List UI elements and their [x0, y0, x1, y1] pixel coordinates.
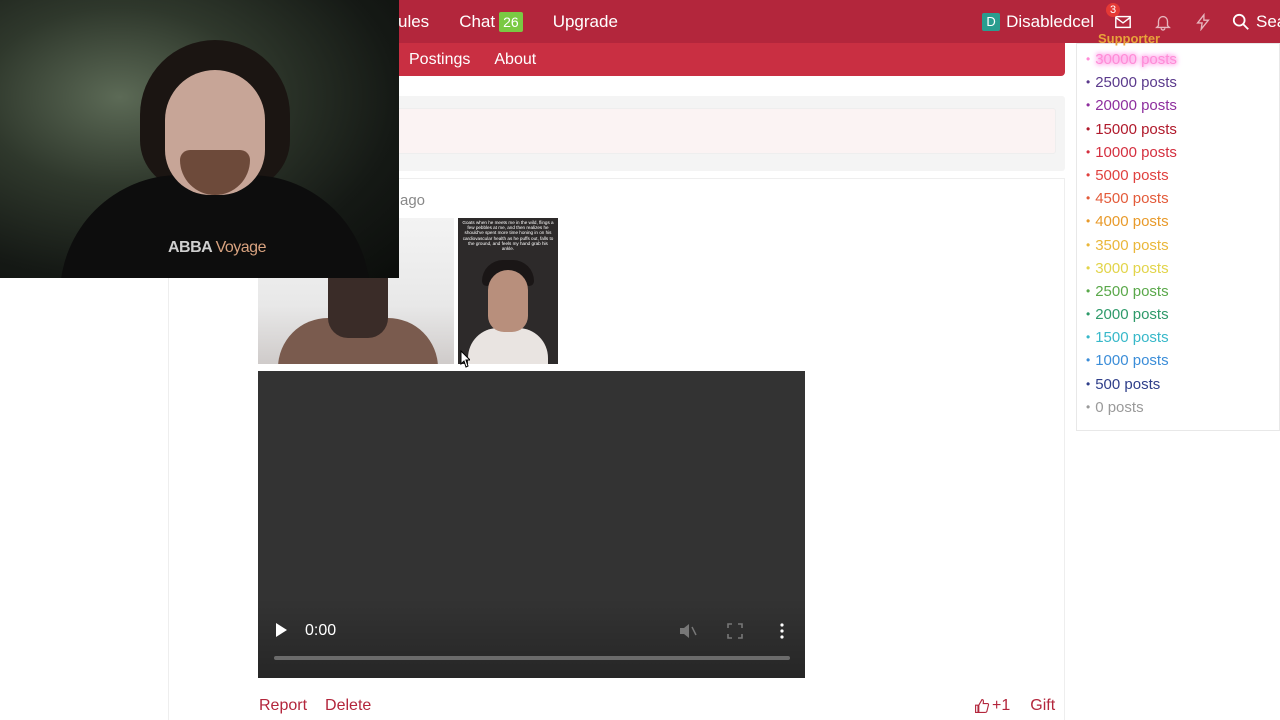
fullscreen-icon[interactable]: [727, 623, 743, 639]
post-actions: Report Delete: [259, 697, 371, 715]
post-image-2[interactable]: Goats when he meets me in the wild, flin…: [458, 218, 558, 364]
play-icon[interactable]: [276, 623, 287, 637]
rank-item: • 10000 posts: [1086, 141, 1177, 164]
rank-item: • 0 posts: [1086, 396, 1177, 419]
activity-button[interactable]: [1192, 11, 1214, 33]
bell-icon: [1155, 15, 1171, 31]
image-figure-face: [488, 270, 528, 332]
notifications-button[interactable]: [1152, 11, 1174, 33]
image-figure: [468, 328, 548, 364]
rank-item: • 25000 posts: [1086, 71, 1177, 94]
rank-label: 1500 posts: [1095, 329, 1169, 347]
tab-about[interactable]: About: [494, 51, 536, 69]
rank-label: 20000 posts: [1095, 97, 1177, 115]
report-link[interactable]: Report: [259, 697, 307, 715]
rank-item: • 15000 posts: [1086, 118, 1177, 141]
search-button[interactable]: Sea: [1232, 12, 1280, 32]
rank-label: 15000 posts: [1095, 120, 1177, 138]
inbox-button[interactable]: 3: [1106, 2, 1134, 33]
rank-label: 4500 posts: [1095, 190, 1169, 208]
webcam-shirt-text-accent: Voyage: [215, 239, 267, 256]
rank-label: 25000 posts: [1095, 74, 1177, 92]
chat-count-badge: 26: [499, 11, 523, 32]
rank-label: 500 posts: [1095, 375, 1161, 393]
rank-bullet-icon: •: [1086, 98, 1091, 113]
post-reactions: +1 Gift: [974, 697, 1055, 715]
rank-item: • 5000 posts: [1086, 164, 1177, 187]
nav-chat-link[interactable]: Chat 26: [459, 11, 523, 32]
rank-label: 2500 posts: [1095, 282, 1169, 300]
avatar: D: [982, 12, 1001, 31]
rank-item: • 500 posts: [1086, 373, 1177, 396]
rank-bullet-icon: •: [1086, 376, 1091, 391]
rank-item: • 1000 posts: [1086, 349, 1177, 372]
rank-item: • 20000 posts: [1086, 94, 1177, 117]
rank-bullet-icon: •: [1086, 121, 1091, 136]
rank-label: 0 posts: [1095, 398, 1144, 416]
nav-rules-link[interactable]: ules: [398, 12, 429, 32]
lightning-icon: [1196, 12, 1210, 31]
tab-postings[interactable]: Postings: [409, 51, 470, 69]
image-caption: Goats when he meets me in the wild, flin…: [462, 220, 554, 252]
rank-bullet-icon: •: [1086, 283, 1091, 298]
rank-list: Supporter • 30000 posts • 25000 posts • 20000…: [1086, 32, 1177, 419]
volume-icon[interactable]: [678, 622, 698, 640]
rank-bullet-icon: •: [1086, 167, 1091, 182]
webcam-shirt-text: ABBA Voyage: [168, 239, 266, 257]
rank-item: • 3000 posts: [1086, 257, 1177, 280]
rank-item: • 1500 posts: [1086, 326, 1177, 349]
rank-label: 3000 posts: [1095, 259, 1169, 277]
video-time: 0:00: [305, 622, 337, 639]
thumbs-up-icon: [975, 699, 990, 713]
username: Disabledcel: [1006, 11, 1094, 31]
webcam-overlay: ABBA Voyage: [0, 0, 399, 278]
rank-label: 1000 posts: [1095, 352, 1169, 370]
video-progress-bar[interactable]: [274, 656, 790, 660]
rank-bullet-icon: •: [1086, 307, 1091, 322]
rank-supporter-label: Supporter: [1098, 32, 1161, 46]
search-label: Sea: [1256, 11, 1280, 31]
rank-label: 2000 posts: [1095, 306, 1169, 324]
rank-label: 30000 posts: [1095, 51, 1177, 68]
video-controls: [258, 598, 805, 678]
rank-bullet-icon: •: [1086, 260, 1091, 275]
rank-item: • 2000 posts: [1086, 303, 1177, 326]
rank-item: • 3500 posts: [1086, 234, 1177, 257]
search-icon: [1232, 13, 1249, 30]
top-nav-links: ules Chat 26 Upgrade: [398, 0, 618, 43]
rank-bullet-icon: •: [1086, 144, 1091, 159]
rank-label: 10000 posts: [1095, 143, 1177, 161]
nav-chat-label: Chat: [459, 11, 496, 31]
rank-bullet-icon: •: [1086, 191, 1091, 206]
nav-upgrade-link[interactable]: Upgrade: [553, 12, 618, 32]
mouse-cursor-icon: [460, 350, 470, 368]
rank-label: 4000 posts: [1095, 213, 1169, 231]
delete-link[interactable]: Delete: [325, 697, 371, 715]
like-count: +1: [992, 697, 1011, 714]
rank-item: • 2500 posts: [1086, 280, 1177, 303]
rank-bullet-icon: •: [1086, 353, 1091, 368]
rank-bullet-icon: •: [1086, 330, 1091, 345]
gift-link[interactable]: Gift: [1030, 697, 1055, 715]
post-timestamp: ago: [400, 192, 426, 209]
rank-bullet-icon: •: [1086, 75, 1091, 90]
rank-bullet-icon: •: [1086, 214, 1091, 229]
rank-label: 5000 posts: [1095, 166, 1169, 184]
rank-item: • 30000 posts: [1086, 48, 1177, 71]
more-options-icon[interactable]: [779, 623, 785, 639]
video-player[interactable]: 0:00: [258, 371, 805, 678]
inbox-count-badge: 3: [1106, 2, 1121, 17]
webcam-shirt-text-main: ABBA: [168, 239, 212, 256]
rank-item: • 4000 posts: [1086, 210, 1177, 233]
like-button[interactable]: +1: [974, 697, 1010, 715]
user-menu[interactable]: D Disabledcel: [982, 12, 1094, 32]
rank-item: • 4500 posts: [1086, 187, 1177, 210]
rank-bullet-icon: •: [1086, 237, 1091, 252]
rank-bullet-icon: •: [1086, 399, 1091, 414]
rank-label: 3500 posts: [1095, 236, 1169, 254]
rank-bullet-icon: •: [1086, 52, 1091, 66]
